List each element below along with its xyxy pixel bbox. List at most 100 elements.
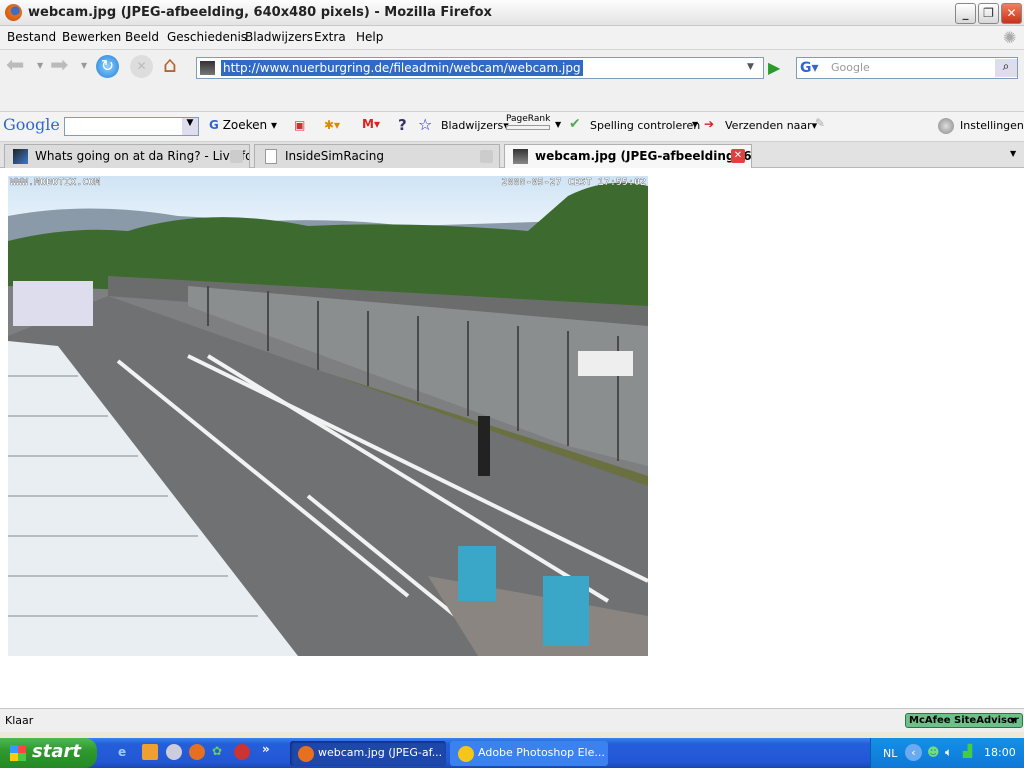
tab-close-icon[interactable] bbox=[480, 150, 493, 163]
tab-close-icon[interactable]: ✕ bbox=[731, 149, 745, 163]
menu-help[interactable]: Help bbox=[356, 30, 383, 44]
url-bar[interactable]: http://www.nuerburgring.de/fileadmin/web… bbox=[196, 57, 764, 79]
tab-label: InsideSimRacing bbox=[285, 149, 384, 163]
send-to-icon[interactable]: ➔ bbox=[704, 117, 714, 131]
menu-bewerken[interactable]: Bewerken bbox=[62, 30, 121, 44]
taskbar-item-label: webcam.jpg (JPEG-af... bbox=[318, 746, 443, 759]
tab-whats-going-on[interactable]: Whats going on at da Ring? - Live for ..… bbox=[4, 144, 250, 168]
google-logo[interactable]: Google bbox=[3, 115, 60, 134]
webcam-watermark: WWW.MOBOTIX.COM bbox=[10, 177, 100, 188]
search-icon[interactable]: ⌕ bbox=[995, 59, 1017, 77]
reload-button[interactable]: ↻ bbox=[96, 55, 119, 78]
tray-user-icon[interactable]: ☻ bbox=[927, 745, 940, 759]
quicklaunch-media-icon[interactable] bbox=[166, 744, 182, 760]
webcam-image: WWW.MOBOTIX.COM 2008-05-27 CEST 17:55:02 bbox=[8, 176, 648, 656]
google-toolbar: Google ▼ G Zoeken ▾ ▣ ✱▾ M▾ ? ☆ Bladwijz… bbox=[0, 112, 1024, 142]
quicklaunch-more-icon[interactable]: » bbox=[262, 742, 270, 756]
close-button[interactable]: ✕ bbox=[1001, 3, 1022, 24]
back-button[interactable]: ⬅ bbox=[6, 53, 24, 78]
quicklaunch-messenger-icon[interactable]: ✿ bbox=[212, 744, 222, 758]
page-content: WWW.MOBOTIX.COM 2008-05-27 CEST 17:55:02 bbox=[0, 168, 1024, 708]
language-indicator[interactable]: NL bbox=[883, 747, 897, 760]
window-title: webcam.jpg (JPEG-afbeelding, 640x480 pix… bbox=[28, 5, 492, 20]
url-text[interactable]: http://www.nuerburgring.de/fileadmin/web… bbox=[221, 60, 583, 76]
page-icon bbox=[265, 149, 277, 164]
popup-blocker-icon[interactable]: ▣ bbox=[294, 118, 305, 132]
tray-expand-icon[interactable]: ‹ bbox=[905, 744, 922, 761]
tab-bar: Whats going on at da Ring? - Live for ..… bbox=[0, 142, 1024, 169]
menu-geschiedenis[interactable]: Geschiedenis bbox=[167, 30, 247, 44]
status-bar: Klaar McAfee SiteAdvisor ▼ bbox=[0, 708, 1024, 732]
firefox-icon bbox=[298, 746, 314, 762]
taskbar-item-label: Adobe Photoshop Ele... bbox=[478, 746, 605, 759]
webcam-timestamp: 2008-05-27 CEST 17:55:02 bbox=[502, 177, 647, 188]
spellcheck-dropdown-icon[interactable]: ▼ bbox=[692, 120, 698, 129]
spellcheck-button[interactable]: Spelling controleren bbox=[590, 119, 700, 132]
stop-button[interactable]: ✕ bbox=[130, 55, 153, 78]
menu-bestand[interactable]: Bestand bbox=[7, 30, 56, 44]
maximize-button[interactable]: ❐ bbox=[978, 3, 999, 24]
title-bar: webcam.jpg (JPEG-afbeelding, 640x480 pix… bbox=[0, 0, 1024, 26]
back-dropdown-icon[interactable]: ▼ bbox=[37, 61, 43, 70]
gmail-icon[interactable]: M▾ bbox=[362, 117, 380, 131]
forward-button[interactable]: ➡ bbox=[50, 53, 68, 78]
activity-throbber-icon: ✺ bbox=[1003, 28, 1017, 47]
settings-icon[interactable] bbox=[938, 118, 954, 134]
minimize-button[interactable]: _ bbox=[955, 3, 976, 24]
quicklaunch-ie-icon[interactable]: e bbox=[118, 745, 126, 759]
bookmarks-toolbar bbox=[0, 86, 1024, 112]
search-box[interactable]: G▾ Google ⌕ bbox=[796, 57, 1018, 79]
quicklaunch-icon[interactable] bbox=[142, 744, 158, 760]
bladwijzers-label: Bladwijzers bbox=[441, 119, 504, 132]
tab-insidesimracing[interactable]: InsideSimRacing bbox=[254, 144, 500, 168]
pagerank-label: PageRank bbox=[506, 114, 551, 124]
firefox-icon bbox=[5, 4, 22, 21]
spellcheck-icon[interactable]: ✔ bbox=[569, 116, 581, 132]
forward-dropdown-icon[interactable]: ▼ bbox=[81, 61, 87, 70]
search-engine-icon[interactable]: G▾ bbox=[800, 60, 819, 76]
google-search-input[interactable]: ▼ bbox=[64, 117, 199, 136]
settings-label: Instellingen bbox=[960, 119, 1024, 132]
clock: 18:00 bbox=[984, 746, 1016, 759]
bladwijzers-button[interactable]: Bladwijzers▾ bbox=[441, 119, 509, 132]
siteadvisor-dropdown-icon[interactable]: ▼ bbox=[1010, 716, 1016, 725]
settings-button[interactable]: Instellingen▾ bbox=[960, 119, 1024, 132]
url-dropdown-icon[interactable]: ▼ bbox=[747, 62, 754, 72]
tab-label: Whats going on at da Ring? - Live for ..… bbox=[35, 149, 250, 163]
buttons-icon[interactable]: ✱▾ bbox=[324, 118, 340, 132]
taskbar-item-photoshop[interactable]: Adobe Photoshop Ele... bbox=[450, 741, 608, 766]
tab-favicon bbox=[13, 149, 28, 164]
tray-network-icon[interactable]: ▟ bbox=[963, 744, 972, 758]
tray-volume-icon[interactable]: 🔈︎ bbox=[945, 745, 952, 760]
site-favicon bbox=[200, 61, 215, 75]
send-to-button[interactable]: Verzenden naar▾ bbox=[725, 119, 817, 132]
menu-beeld[interactable]: Beeld bbox=[125, 30, 159, 44]
siteadvisor-button[interactable]: McAfee SiteAdvisor bbox=[905, 713, 1023, 728]
google-search-button[interactable]: G Zoeken ▾ bbox=[209, 118, 277, 132]
bookmark-star-icon[interactable]: ☆ bbox=[418, 115, 432, 134]
tab-list-dropdown-icon[interactable]: ▼ bbox=[1010, 149, 1016, 158]
tab-close-icon[interactable] bbox=[230, 150, 243, 163]
go-button[interactable]: ▶ bbox=[768, 58, 780, 77]
menu-bar: Bestand Bewerken Beeld Geschiedenis Blad… bbox=[0, 26, 1024, 50]
send-to-label: Verzenden naar bbox=[725, 119, 812, 132]
photoshop-icon bbox=[458, 746, 474, 762]
pagerank-indicator[interactable]: PageRank bbox=[506, 114, 550, 130]
menu-extra[interactable]: Extra bbox=[314, 30, 346, 44]
tab-favicon bbox=[513, 149, 528, 164]
quicklaunch-firefox-icon[interactable] bbox=[189, 744, 205, 760]
quicklaunch-icon-red[interactable] bbox=[234, 744, 250, 760]
taskbar: start e ✿ » webcam.jpg (JPEG-af... Adobe… bbox=[0, 738, 1024, 768]
start-label: start bbox=[32, 741, 81, 762]
highlighter-icon[interactable]: ✎ bbox=[815, 116, 825, 130]
help-icon[interactable]: ? bbox=[398, 116, 407, 134]
taskbar-item-firefox[interactable]: webcam.jpg (JPEG-af... bbox=[290, 741, 446, 766]
tab-label: webcam.jpg (JPEG-afbeelding, 64... bbox=[535, 149, 752, 163]
menu-bladwijzers[interactable]: Bladwijzers bbox=[245, 30, 313, 44]
search-placeholder: Google bbox=[831, 61, 870, 74]
zoeken-label: Zoeken bbox=[222, 118, 268, 132]
tab-webcam[interactable]: webcam.jpg (JPEG-afbeelding, 64... ✕ bbox=[504, 144, 752, 169]
home-button[interactable]: ⌂ bbox=[163, 53, 177, 78]
pagerank-dropdown-icon[interactable]: ▼ bbox=[555, 120, 561, 129]
start-button[interactable]: start bbox=[0, 738, 97, 768]
